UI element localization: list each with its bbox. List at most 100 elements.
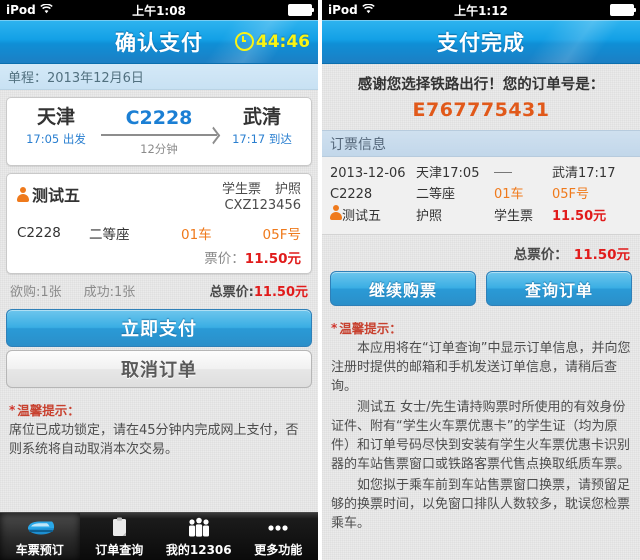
train-number: C2228 — [125, 107, 193, 129]
screens-container: iPod 上午1:08 确认支付 44:46 单程：2013年12月6日 天津 — [0, 0, 640, 560]
info-row-trip: 2013-12-06 天津17:05 武清17:17 — [330, 163, 632, 184]
tab-label: 我的12306 — [165, 542, 232, 557]
route-dash-icon — [494, 163, 552, 184]
status-bar-right: iPod 上午1:12 — [322, 0, 640, 20]
fare-value: 11.50元 — [552, 208, 607, 224]
tab-label: 更多功能 — [254, 542, 303, 557]
ticket-info-block: 2013-12-06 天津17:05 武清17:17 C2228 二等座 01车… — [322, 157, 640, 235]
info-row-passenger: 测试五 护照 学生票 11.50元 — [330, 205, 632, 227]
tips-body-right: 本应用将在“订单查询”中显示订单信息，并向您注册时提供的邮箱和手机发送订单信息，… — [331, 339, 631, 533]
train-number: C2228 — [330, 187, 373, 202]
tips-heading-text: 温馨提示： — [339, 321, 402, 336]
route-middle: C2228 12分钟 — [95, 106, 223, 157]
carriage-number: 01车 — [494, 187, 524, 202]
wanted-count: 欲购:1张 — [10, 285, 62, 300]
total-price-value: 11.50元 — [573, 247, 630, 263]
tips-body-left: 席位已成功锁定，请在45分钟内完成网上支付，否则系统将自动取消本次交易。 — [9, 421, 309, 459]
passenger-name-group: 测试五 — [17, 182, 80, 206]
info-row-seat: C2228 二等座 01车 05F号 — [330, 184, 632, 205]
star-icon: * — [331, 320, 338, 335]
route-destination: 武清 17:17 到达 — [223, 106, 301, 147]
thanks-message: 感谢您选择铁路出行！您的订单号是： — [357, 77, 605, 93]
totals-row: 欲购:1张 成功:1张 总票价:11.50元 — [0, 274, 318, 306]
tab-order-query[interactable]: 订单查询 — [80, 513, 160, 560]
tab-label: 订单查询 — [95, 542, 144, 557]
ticket-type: 学生票 — [494, 208, 534, 224]
origin-station-time: 天津17:05 — [416, 166, 480, 181]
total-price-group: 总票价:11.50元 — [210, 281, 308, 300]
fare-row: 票价：11.50元 — [17, 247, 301, 267]
star-icon: * — [9, 402, 16, 417]
battery-icon — [610, 4, 636, 16]
seat-class: 二等座 — [89, 227, 130, 243]
seat-row: C2228 二等座 01车 05F号 — [17, 223, 301, 243]
page-title: 支付完成 — [437, 30, 525, 55]
passenger-card[interactable]: 测试五 学生票 护照 CXZ123456 C2228 二等座 01车 05F号 … — [6, 173, 312, 274]
page-title: 确认支付 — [115, 30, 203, 55]
person-icon — [330, 205, 342, 220]
passenger-name: 测试五 — [32, 186, 81, 205]
destination-station-time: 武清17:17 — [552, 166, 616, 181]
more-dots-icon — [263, 517, 293, 539]
passenger-name: 测试五 — [342, 209, 382, 224]
ticket-type: 学生票 — [221, 182, 261, 197]
passenger-id-group: 学生票 护照 CXZ123456 — [222, 182, 301, 214]
route-row: 天津 17:05 出发 C2228 12分钟 武清 17:17 到达 — [7, 98, 311, 165]
seat-number: 05F号 — [262, 227, 301, 243]
person-icon — [17, 186, 29, 202]
tab-label: 车票预订 — [15, 542, 64, 557]
passenger-name-group: 测试五 — [330, 205, 416, 227]
tab-more[interactable]: 更多功能 — [239, 513, 319, 560]
phone-screen-confirm-payment: iPod 上午1:08 确认支付 44:46 单程：2013年12月6日 天津 — [0, 0, 318, 560]
id-type: 护照 — [416, 208, 443, 224]
route-card[interactable]: 天津 17:05 出发 C2228 12分钟 武清 17:17 到达 — [6, 97, 312, 166]
train-icon — [25, 517, 55, 539]
content-right: 感谢您选择铁路出行！您的订单号是： E767775431 订票信息 2013-1… — [322, 64, 640, 560]
tips-paragraph: 测试五 女士/先生请持购票时所使用的有效身份证件、附有“学生火车票优惠卡”的学生… — [331, 400, 631, 472]
status-bar-clock: 上午1:08 — [132, 3, 186, 18]
countdown-timer: 44:46 — [234, 31, 310, 52]
fare-value: 11.50元 — [244, 251, 301, 267]
tab-ticket-booking[interactable]: 车票预订 — [0, 513, 80, 560]
seat-train-number: C2228 — [17, 225, 61, 241]
tips-heading-left: * 温馨提示： — [9, 400, 309, 419]
pay-now-button[interactable]: 立即支付 — [6, 309, 312, 347]
destination-city: 武清 — [242, 106, 281, 128]
travel-date: 2013-12-06 — [330, 166, 406, 181]
countdown-value: 44:46 — [255, 31, 310, 52]
total-price-row: 总票价： 11.50元 — [322, 235, 640, 265]
id-number: CXZ123456 — [224, 198, 301, 213]
origin-time: 17:05 出发 — [26, 132, 86, 146]
trip-duration: 12分钟 — [140, 142, 178, 156]
phone-screen-payment-complete: iPod 上午1:12 支付完成 感谢您选择铁路出行！您的订单号是： E7677… — [322, 0, 640, 560]
total-price-label: 总票价： — [513, 247, 568, 263]
passenger-tags: 学生票 护照 — [222, 182, 301, 198]
id-type: 护照 — [274, 182, 301, 197]
cancel-order-button[interactable]: 取消订单 — [6, 350, 312, 388]
status-bar-left: iPod 上午1:08 — [0, 0, 318, 20]
status-bar-clock: 上午1:12 — [454, 3, 508, 18]
people-icon — [184, 517, 214, 539]
fare-label: 票价： — [204, 251, 245, 267]
tips-paragraph: 本应用将在“订单查询”中显示订单信息，并向您注册时提供的邮箱和手机发送订单信息，… — [331, 341, 631, 394]
order-number: E767775431 — [412, 99, 550, 121]
continue-booking-button[interactable]: 继续购票 — [330, 271, 476, 306]
tips-section-right: * 温馨提示： 本应用将在“订单查询”中显示订单信息，并向您注册时提供的邮箱和手… — [322, 306, 640, 533]
passenger-details: 测试五 学生票 护照 CXZ123456 C2228 二等座 01车 05F号 … — [7, 174, 311, 273]
seat-class: 二等座 — [416, 187, 456, 202]
tab-my-12306[interactable]: 我的12306 — [159, 513, 239, 560]
seat-number: 05F号 — [552, 187, 590, 202]
query-order-button[interactable]: 查询订单 — [486, 271, 632, 306]
carriage-number: 01车 — [181, 227, 212, 243]
arrow-right-icon — [95, 126, 223, 145]
origin-city: 天津 — [36, 106, 75, 128]
success-count: 成功:1张 — [83, 285, 136, 300]
action-buttons-row: 继续购票 查询订单 — [322, 265, 640, 306]
tips-heading-right: * 温馨提示： — [331, 318, 631, 337]
passenger-header-row: 测试五 学生票 护照 CXZ123456 — [17, 182, 301, 214]
nav-bar-right: 支付完成 — [322, 20, 640, 64]
route-origin: 天津 17:05 出发 — [17, 106, 95, 147]
battery-icon — [288, 4, 314, 16]
clipboard-icon — [104, 517, 134, 539]
destination-time: 17:17 到达 — [232, 132, 292, 146]
